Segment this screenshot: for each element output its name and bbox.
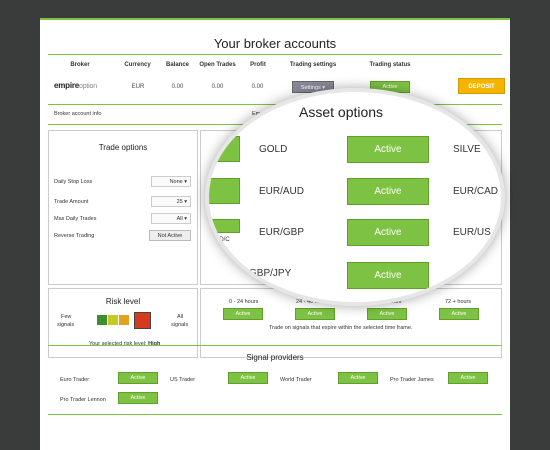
risk-level-title: Risk level (105, 297, 141, 306)
asset-options-magnifier: Asset options O GOLD Active SILVE EUR/AU… (205, 88, 505, 306)
few-signals-label: signals (57, 322, 75, 328)
risk-bar-1[interactable] (97, 315, 107, 325)
header-trading-settings: Trading settings (289, 62, 337, 68)
provider-us-trader-label: US Trader (170, 377, 196, 383)
few-label: Few (61, 314, 72, 320)
broker-open-trades: 0.00 (211, 84, 224, 90)
asset-eur-gbp-label: EUR/GBP (259, 227, 305, 238)
asset-edge-button-1[interactable] (209, 136, 240, 162)
asset-eur-aud-label: EUR/AUD (259, 186, 305, 197)
asset-edge-label-o: O (213, 154, 218, 160)
max-daily-trades-select[interactable]: All ▾ (151, 213, 191, 224)
page-title: Your broker accounts (213, 36, 337, 51)
provider-world-trader-button[interactable]: Active (338, 372, 378, 384)
provider-pro-trader-james-button[interactable]: Active (448, 372, 488, 384)
deposit-button[interactable]: DEPOSIT (458, 78, 505, 94)
asset-edge-button-3[interactable] (209, 219, 240, 233)
asset-edge-button-2[interactable] (209, 178, 240, 204)
header-open-trades: Open Trades (199, 62, 236, 68)
provider-us-trader-button[interactable]: Active (228, 372, 268, 384)
trade-amount-label: Trade Amount (54, 199, 89, 205)
reverse-trading-toggle[interactable]: Not Active (149, 230, 191, 241)
asset-gold-button[interactable]: Active (347, 136, 429, 163)
broker-logo: empireoption (54, 81, 97, 90)
asset-gbp-jpy-button[interactable]: Active (347, 262, 429, 289)
divider (48, 345, 502, 346)
header-trading-status: Trading status (369, 62, 411, 68)
asset-gbp-jpy-label: GBP/JPY (249, 268, 292, 279)
all-signals-label: signals (171, 322, 189, 328)
provider-euro-trader-button[interactable]: Active (118, 372, 158, 384)
risk-level-panel: Risk level Few signals All signals Your … (48, 288, 198, 358)
asset-gold-label: GOLD (259, 144, 288, 155)
broker-account-info-label: Broker account info (54, 111, 102, 117)
expiry-option-0-24: 0 - 24 hours (229, 299, 259, 305)
asset-eur-gbp-button[interactable]: Active (347, 219, 429, 246)
header-profit: Profit (250, 62, 266, 68)
provider-pro-trader-lennon-label: Pro Trader Lennon (60, 397, 106, 403)
header-broker: Broker (70, 62, 90, 68)
expiry-button-72-plus[interactable]: Active (439, 308, 479, 320)
expiry-option-72-plus: 72 + hours (445, 299, 472, 305)
asset-eur-usd-label: EUR/US (453, 227, 491, 238)
daily-stop-loss-select[interactable]: None ▾ (151, 176, 191, 187)
expiry-button-24-48[interactable]: Active (295, 308, 335, 320)
asset-edge-label-usdc: USD/C (211, 237, 230, 243)
risk-bar-4[interactable] (134, 312, 151, 329)
expiry-button-48-72[interactable]: Active (367, 308, 407, 320)
asset-eur-cad-label: EUR/CAD (453, 186, 499, 197)
header-balance: Balance (165, 62, 189, 68)
signal-providers-title: Signal providers (246, 353, 304, 362)
trade-amount-select[interactable]: 25 ▾ (151, 196, 191, 207)
provider-pro-trader-lennon-button[interactable]: Active (118, 392, 158, 404)
risk-selected-text: Your selected risk level: High (89, 341, 161, 347)
divider (48, 414, 502, 415)
broker-currency: EUR (131, 84, 145, 90)
trade-options-panel: Trade options Daily Stop Loss None ▾ Tra… (48, 130, 198, 285)
all-label: All (177, 314, 184, 320)
max-daily-trades-label: Max Daily Trades (54, 216, 97, 222)
asset-silver-label: SILVE (453, 144, 481, 155)
broker-balance: 0.00 (171, 84, 184, 90)
provider-world-trader-label: World Trader (280, 377, 312, 383)
provider-euro-trader-label: Euro Trader (60, 377, 90, 383)
expiry-note: Trade on signals that expire within the … (269, 325, 413, 331)
divider (48, 54, 502, 55)
broker-profit: 0.00 (251, 84, 264, 90)
trade-options-title: Trade options (98, 143, 148, 152)
provider-pro-trader-james-label: Pro Trader James (390, 377, 434, 383)
asset-options-title: Asset options (299, 104, 384, 120)
risk-bar-3[interactable] (119, 315, 129, 325)
expiry-button-0-24[interactable]: Active (223, 308, 263, 320)
header-currency: Currency (124, 62, 151, 68)
reverse-trading-label: Reverse Trading (54, 233, 95, 239)
asset-eur-aud-button[interactable]: Active (347, 178, 429, 205)
risk-bar-2[interactable] (108, 315, 118, 325)
daily-stop-loss-label: Daily Stop Loss (54, 179, 93, 185)
